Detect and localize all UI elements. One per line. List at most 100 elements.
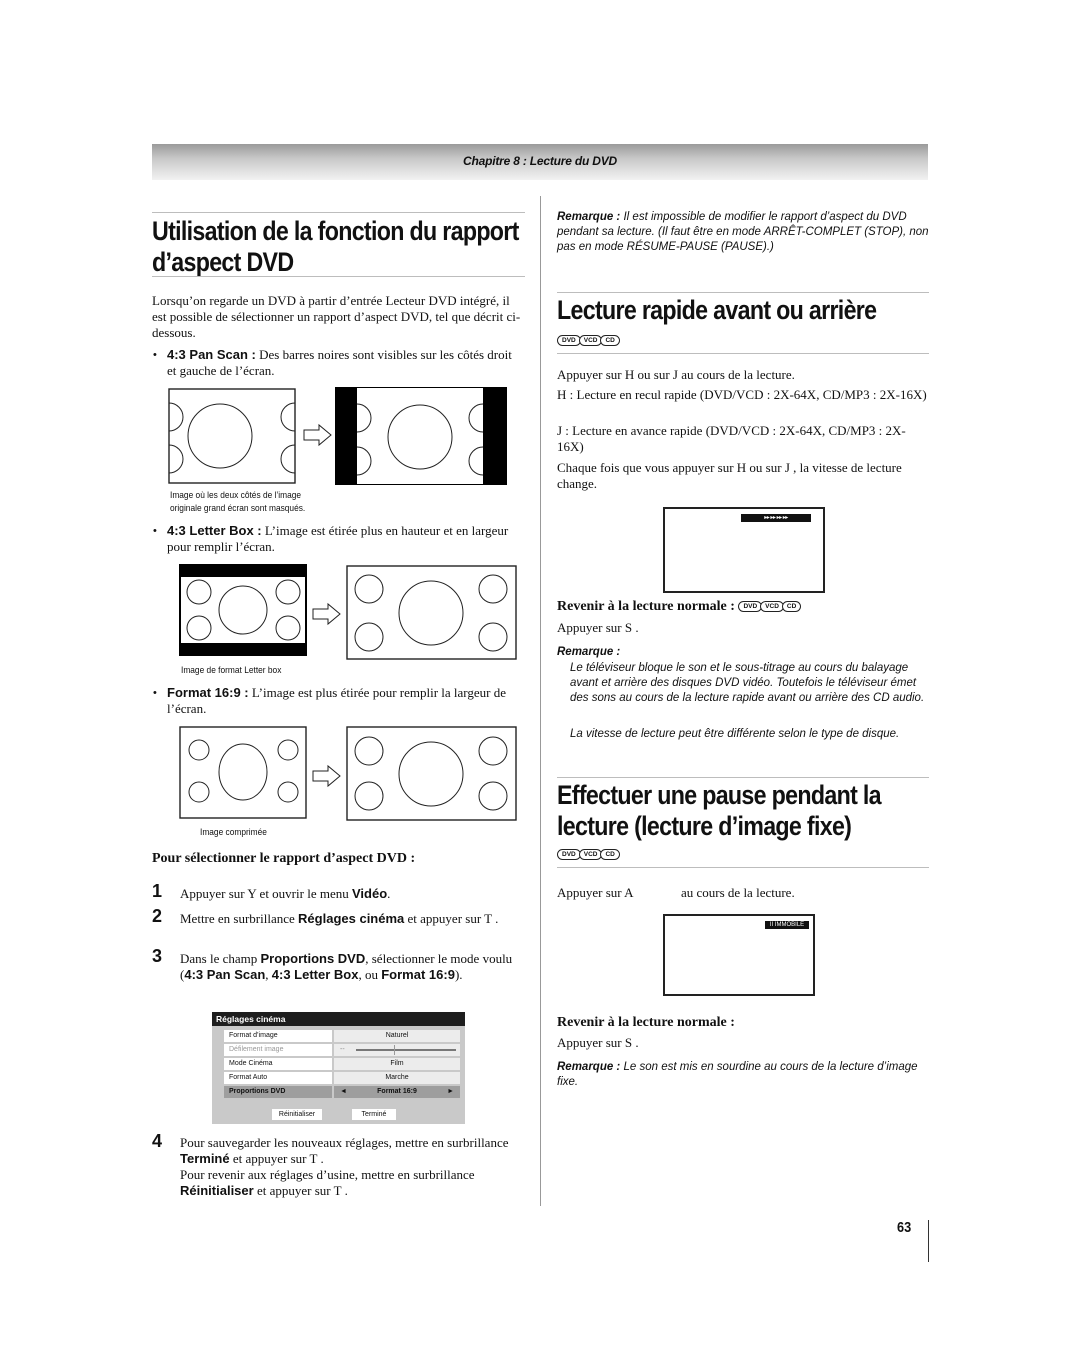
fast-reverse-desc: H : Lecture en recul rapide (DVD/VCD : 2… [557,387,927,402]
pause-paragraph-a: Appuyer sur A [557,885,634,900]
step-bold: Terminé [180,1151,230,1166]
menu-row-value: Marche [334,1072,460,1084]
step-bold: Réinitialiser [180,1183,254,1198]
intro-paragraph: Lorsqu’on regarde un DVD à partir d’entr… [152,293,521,340]
menu-row-picture-scroll: Défilement image -- [224,1044,460,1056]
procedure-title: Pour sélectionner le rapport d’aspect DV… [152,851,416,866]
note-fast-1: Le téléviseur bloque le son et le sous-t… [570,662,925,704]
caption-pan-scan: Image où les deux côtés de l’image origi… [170,489,305,515]
cd-badge-icon: CD [781,601,802,612]
step-text: , ou [358,967,382,982]
vcd-badge-icon: VCD [760,601,784,612]
step-number: 3 [152,946,163,966]
diagram-pan-scan-result [335,387,507,485]
caption-line: Image où les deux côtés de l’image [170,490,302,501]
step-text: . [387,886,391,901]
menu-row-picture-size[interactable]: Format d’image Naturel [224,1030,460,1042]
return-normal-text-1: Appuyer sur S . [557,620,639,635]
note-aspect-change: Remarque : Il est impossible de modifier… [557,210,929,255]
still-osd-icon: II IMMOBILE [765,921,809,929]
step-text: et appuyer sur T . [229,1151,324,1166]
mode-format-169: Format 16:9 : L’image est plus étirée po… [153,685,523,717]
caption-line: Image de format Letter box [181,665,282,676]
slider-track [356,1049,456,1051]
reset-button[interactable]: Réinitialiser [272,1109,322,1120]
step-bold: 4:3 Pan Scan [184,967,266,982]
step-number: 4 [152,1131,163,1151]
caption-line: Image comprimée [200,827,267,838]
caption-letterbox: Image de format Letter box [181,664,281,677]
mode-label: 4:3 Pan Scan : [167,347,256,362]
section-title-aspect: Utilisation de la fonction du rapport d’… [152,216,519,278]
section-title-line1: Effectuer une pause pendant la [557,780,882,810]
diagram-letterbox-result [346,565,517,660]
speed-change-desc: Chaque fois que vous appuyer sur H ou su… [557,460,902,491]
note-label: Remarque : [557,646,621,658]
dvd-badge-icon: DVD [738,601,763,612]
fast-play-paragraph-1: Appuyer sur H ou sur J au cours de la le… [557,367,795,382]
mode-pan-scan: 4:3 Pan Scan : Des barres noires sont vi… [153,347,523,379]
menu-row-value: Film [334,1058,460,1070]
title-rule-top [152,212,525,213]
section-rule [557,777,929,778]
vcd-badge-icon: VCD [578,849,603,860]
menu-row-label: Format Auto [224,1072,332,1084]
section-title-line2: lecture (lecture d’image fixe) [557,811,852,841]
section-title-line2: d’aspect DVD [152,247,294,277]
diagram-anamorphic-result [346,726,517,821]
dvd-badge-icon: DVD [557,335,581,346]
step-text: ). [454,967,463,982]
menu-row-label: Défilement image [224,1044,332,1056]
pause-paragraph-b: au cours de la lecture. [681,885,795,900]
chapter-title: Chapitre 8 : Lecture du DVD [463,154,617,168]
note-label: Remarque : [557,1061,621,1073]
arrow-left-icon[interactable]: ◄ [340,1086,347,1098]
step-bold: Format 16:9 [381,967,455,982]
vcd-badge-icon: VCD [578,335,603,346]
cd-badge-icon: CD [600,335,620,346]
menu-row-value-selector[interactable]: ◄ Format 16:9 ► [334,1086,460,1098]
step-bold: 4:3 Letter Box [271,967,359,982]
menu-row-value: -- [340,1046,345,1053]
subheading-text: Revenir à la lecture normale : [557,599,735,614]
section-title-line1: Utilisation de la fonction du rapport [152,216,519,246]
menu-title: Réglages cinéma [212,1012,465,1026]
return-normal-heading-1: Revenir à la lecture normale : DVD VCD C… [557,599,802,615]
step-text: Appuyer sur Y et ouvrir le menu [180,886,352,901]
cinema-settings-menu: Réglages cinéma Format d’image Naturel D… [212,1012,465,1124]
arrow-right-icon[interactable]: ► [447,1086,454,1098]
step-text: Mettre en surbrillance [180,911,299,926]
menu-row-auto-aspect[interactable]: Format Auto Marche [224,1072,460,1084]
dvd-badge-icon: DVD [557,849,581,860]
note-fast-2: La vitesse de lecture peut être différen… [570,728,900,740]
caption-line: originale grand écran sont masqués. [170,503,306,514]
menu-row-label: Format d’image [224,1030,332,1042]
section-rule [557,867,929,868]
step-bold: Vidéo [351,886,388,901]
step-bold: Proportions DVD [260,951,366,966]
mode-label: Format 16:9 : [167,685,249,700]
fast-forward-osd-icon: ▸▸ ▸▸ ▸▸ ▸▸ [741,514,811,522]
arrow-right-icon [312,764,341,788]
step-1: Appuyer sur Y et ouvrir le menu Vidéo. [180,886,525,902]
disc-type-badges: DVD VCD CD [738,601,802,612]
tv-screen-fast-forward: ▸▸ ▸▸ ▸▸ ▸▸ [663,507,825,593]
return-normal-text-2: Appuyer sur S . [557,1035,639,1050]
tv-screen-still: II IMMOBILE [663,914,815,996]
page-number: 63 [897,1219,912,1236]
arrow-right-icon [303,423,332,447]
done-button[interactable]: Terminé [352,1109,396,1120]
mode-label: 4:3 Letter Box : [167,523,262,538]
section-title-fast-play: Lecture rapide avant ou arrière [557,295,877,325]
section-title-pause: Effectuer une pause pendant la lecture (… [557,780,882,842]
return-normal-heading-2: Revenir à la lecture normale : [557,1015,735,1030]
menu-row-cinema-mode[interactable]: Mode Cinéma Film [224,1058,460,1070]
menu-row-dvd-aspect[interactable]: Proportions DVD ◄ Format 16:9 ► [224,1086,460,1098]
step-text: et appuyer sur T . [253,1183,348,1198]
menu-row-label: Proportions DVD [224,1086,332,1098]
step-number: 2 [152,906,163,926]
step-text: Pour revenir aux réglages d’usine, mettr… [180,1167,475,1182]
section-rule [557,292,929,293]
menu-row-slider: -- [334,1044,460,1056]
caption-anamorphic: Image comprimée [200,826,267,839]
